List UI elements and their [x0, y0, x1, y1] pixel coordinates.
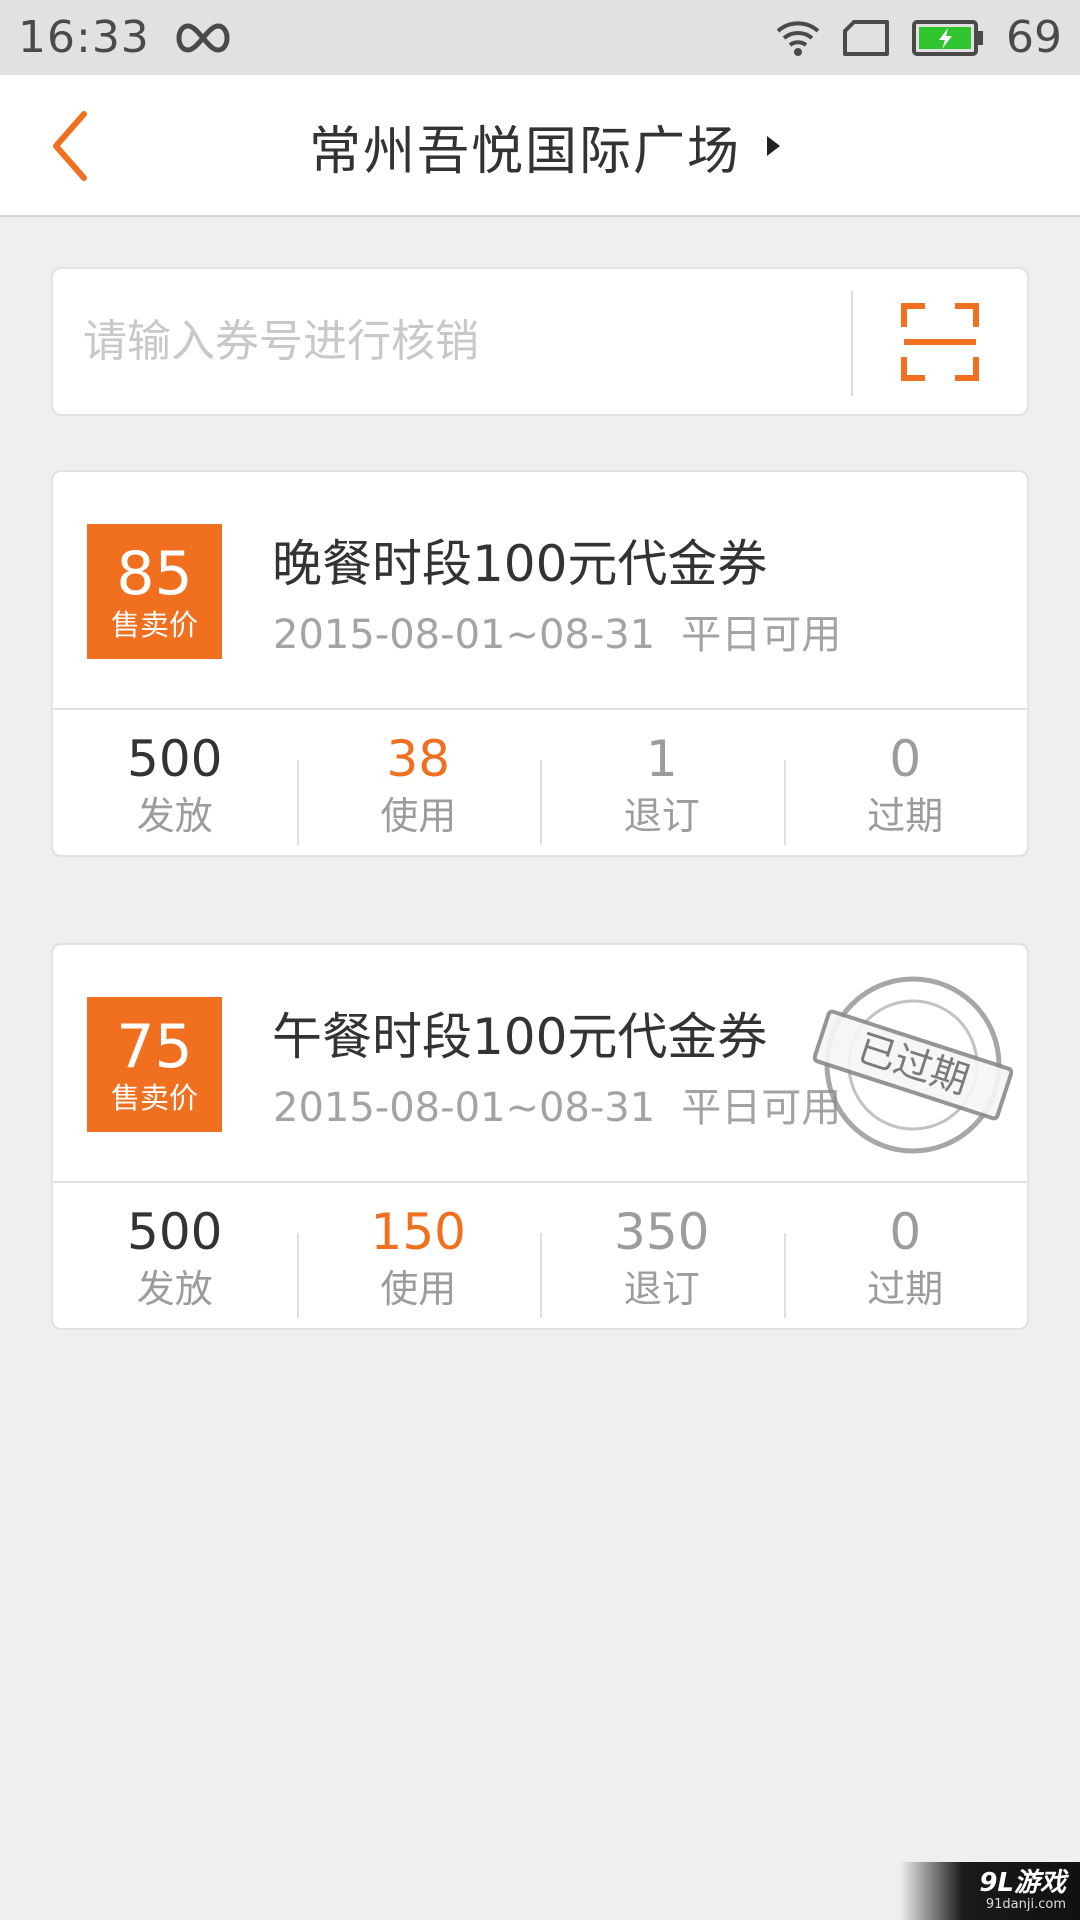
price-value: 75 [116, 1011, 193, 1082]
coupon-card[interactable]: 85 售卖价 晚餐时段100元代金券 2015-08-01~08-31 平日可用 … [51, 470, 1029, 857]
coupon-meta: 2015-08-01~08-31 平日可用 [273, 1075, 841, 1133]
price-value: 85 [116, 538, 193, 609]
sim-card-icon [843, 19, 889, 56]
price-badge: 75 售卖价 [87, 997, 222, 1132]
scan-frame-icon [901, 303, 979, 381]
stat-value: 350 [614, 1202, 710, 1261]
stat-issued: 500 发放 [53, 1183, 297, 1328]
status-icons: 69 [754, 12, 1062, 63]
stat-label: 使用 [380, 793, 457, 838]
price-label: 售卖价 [110, 1080, 198, 1115]
stat-label: 发放 [136, 1266, 213, 1311]
stat-used: 150 使用 [296, 1183, 541, 1328]
coupon-title: 晚餐时段100元代金券 [272, 535, 768, 593]
coupon-card-header: 75 售卖价 午餐时段100元代金券 2015-08-01~08-31 平日可用 … [53, 945, 1027, 1182]
store-selector[interactable]: 常州吾悦国际广场 [0, 75, 1080, 217]
stat-label: 过期 [867, 793, 944, 838]
wifi-icon [776, 20, 820, 56]
stat-label: 过期 [867, 1266, 944, 1311]
search-divider [851, 291, 853, 396]
watermark-url: 91danji.com [985, 1897, 1066, 1912]
stat-value: 500 [127, 1202, 223, 1261]
coupon-usage: 平日可用 [681, 612, 842, 658]
coupon-card[interactable]: 75 售卖价 午餐时段100元代金券 2015-08-01~08-31 平日可用 … [51, 943, 1029, 1330]
coupon-search-box [51, 267, 1029, 416]
stat-label: 使用 [380, 1266, 457, 1311]
watermark-logo: 9L游戏 [979, 1868, 1066, 1898]
coupon-code-input[interactable] [83, 269, 863, 414]
coupon-meta: 2015-08-01~08-31 平日可用 [273, 602, 841, 660]
stat-value: 38 [386, 729, 451, 788]
price-badge: 85 售卖价 [87, 524, 222, 659]
stat-refunded: 350 退订 [540, 1183, 784, 1328]
stat-value: 0 [889, 729, 922, 788]
battery-level-text: 69 [1006, 12, 1062, 63]
stat-value: 150 [370, 1202, 466, 1261]
infinity-icon [176, 22, 230, 53]
triangle-right-icon [767, 136, 780, 156]
coupon-stats: 500 发放 150 使用 350 退订 0 过期 [53, 1183, 1028, 1328]
status-time: 16:33 [18, 12, 150, 63]
price-label: 售卖价 [110, 607, 198, 642]
expired-stamp-icon: 已过期 [813, 976, 1013, 1154]
stat-issued: 500 发放 [53, 710, 297, 855]
stat-value: 500 [127, 729, 223, 788]
status-bar: 16:33 69 [0, 0, 1080, 75]
site-watermark: 9L游戏 91danji.com [900, 1862, 1080, 1920]
coupon-title: 午餐时段100元代金券 [272, 1008, 768, 1066]
stat-label: 发放 [136, 793, 213, 838]
stat-label: 退订 [623, 1266, 700, 1311]
page-title: 常州吾悦国际广场 [308, 121, 741, 182]
coupon-date-range: 2015-08-01~08-31 [273, 612, 656, 658]
coupon-card-header: 85 售卖价 晚餐时段100元代金券 2015-08-01~08-31 平日可用 [53, 472, 1027, 709]
scan-button[interactable] [901, 303, 979, 381]
stat-refunded: 1 退订 [540, 710, 784, 855]
stat-expired: 0 过期 [783, 1183, 1028, 1328]
app-header: 常州吾悦国际广场 [0, 75, 1080, 217]
stat-value: 1 [645, 729, 678, 788]
battery-charging-icon [912, 19, 983, 56]
stat-used: 38 使用 [296, 710, 541, 855]
stat-expired: 0 过期 [783, 710, 1028, 855]
stat-value: 0 [889, 1202, 922, 1261]
coupon-stats: 500 发放 38 使用 1 退订 0 过期 [53, 710, 1028, 855]
stat-label: 退订 [623, 793, 700, 838]
coupon-date-range: 2015-08-01~08-31 [273, 1085, 656, 1131]
